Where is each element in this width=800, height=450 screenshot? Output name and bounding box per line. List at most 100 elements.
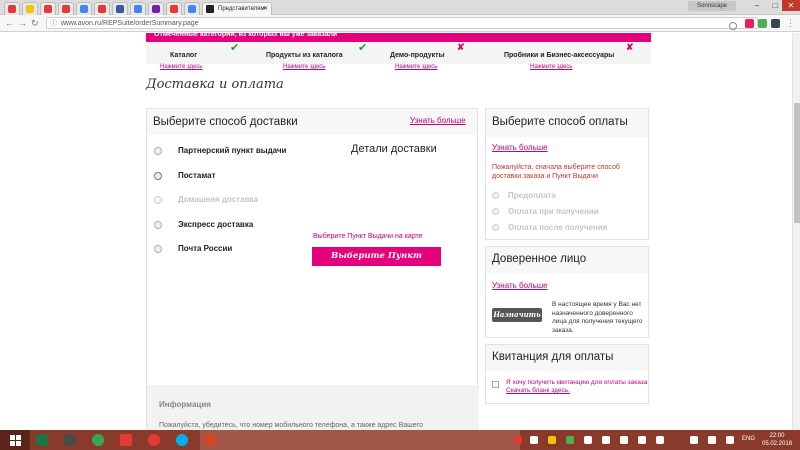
- extension-icon[interactable]: [745, 19, 754, 28]
- tray-icon[interactable]: [620, 436, 628, 444]
- delivery-option-label: Почта России: [178, 244, 233, 253]
- forward-icon[interactable]: →: [18, 17, 27, 29]
- payment-panel-header: Выберите способ оплаты: [486, 109, 648, 137]
- excel-icon: [36, 434, 48, 446]
- url-field[interactable]: ⓘ www.avon.ru/REPSuite/orderSummary.page…: [46, 17, 758, 29]
- delivery-option-russian-post[interactable]: Почта России: [154, 244, 232, 253]
- browser-window: Представителям ✕ Sonnscape – □ ✕ ← → ↻ ⓘ…: [0, 0, 800, 450]
- clock[interactable]: 22:00 05.02.2018: [762, 432, 792, 448]
- excel-app[interactable]: [32, 432, 52, 448]
- tab-2[interactable]: [22, 2, 38, 15]
- yandex-browser-app[interactable]: [144, 432, 164, 448]
- tray-icon[interactable]: [602, 436, 610, 444]
- explorer-app[interactable]: [60, 432, 80, 448]
- category-link[interactable]: Нажмите здесь: [283, 64, 343, 70]
- tab-favicon-icon: [80, 5, 88, 13]
- delivery-option-postamat[interactable]: Постамат: [154, 171, 216, 180]
- tab-favicon-icon: [8, 5, 16, 13]
- close-tab-icon[interactable]: ✕: [263, 5, 268, 12]
- download-form-link[interactable]: Скачать бланк здесь.: [506, 387, 647, 395]
- info-title: Информация: [159, 400, 211, 409]
- payment-option-label: Оплата при получении: [508, 207, 599, 216]
- start-button[interactable]: [0, 430, 30, 450]
- taskbar: ENG 22:00 05.02.2018: [0, 430, 800, 450]
- reload-icon[interactable]: ↻: [31, 17, 39, 29]
- yandex-browser-icon: [148, 434, 160, 446]
- tray-icon[interactable]: [584, 436, 592, 444]
- receipt-checkbox[interactable]: [492, 381, 499, 388]
- extension-icon[interactable]: [758, 19, 767, 28]
- category-name: Пробники и Бизнес-аксессуары: [504, 52, 615, 59]
- volume-icon[interactable]: [708, 436, 716, 444]
- extension-icon[interactable]: [771, 19, 780, 28]
- tab-11[interactable]: [184, 2, 200, 15]
- category-link[interactable]: Нажмите здесь: [530, 64, 614, 70]
- scrollbar-thumb[interactable]: [794, 103, 800, 223]
- tab-favicon-icon: [188, 5, 196, 13]
- tab-10[interactable]: [166, 2, 182, 15]
- tab-8[interactable]: [130, 2, 146, 15]
- payment-more-link[interactable]: Узнать больше: [492, 143, 548, 152]
- tab-3[interactable]: [40, 2, 56, 15]
- tab-active[interactable]: Представителям ✕: [202, 2, 272, 15]
- battery-icon[interactable]: [726, 436, 734, 444]
- radio-button[interactable]: [154, 244, 162, 253]
- search-extension-icon[interactable]: [729, 22, 737, 30]
- powerpoint-app[interactable]: [200, 432, 220, 448]
- payment-option-after-receipt: Оплата после получения: [492, 223, 607, 232]
- tray-icon[interactable]: [656, 436, 664, 444]
- category-samples: Пробники и Бизнес-аксессуары ✘ Нажмите з…: [504, 42, 634, 70]
- profile-button[interactable]: Sonnscape: [688, 1, 736, 11]
- categories-box: Каталог ✔ Нажмите здесь Продукты из ката…: [146, 42, 651, 70]
- yandex-app[interactable]: [116, 432, 136, 448]
- tab-1[interactable]: [4, 2, 20, 15]
- delivery-option-label: Домашняя доставка: [178, 195, 258, 204]
- tray-icon[interactable]: [530, 436, 538, 444]
- check-icon: ✔: [358, 42, 368, 54]
- assign-button[interactable]: Назначить: [492, 308, 542, 322]
- tab-7[interactable]: [112, 2, 128, 15]
- chrome-app[interactable]: [88, 432, 108, 448]
- language-indicator[interactable]: ENG: [742, 436, 755, 442]
- powerpoint-icon: [204, 434, 216, 446]
- select-pickup-point-button[interactable]: Выберите Пункт Выдачи: [312, 247, 441, 280]
- clock-date: 05.02.2018: [762, 441, 793, 447]
- radio-button[interactable]: [154, 171, 162, 180]
- radio-button[interactable]: [154, 146, 162, 155]
- close-window-icon[interactable]: ✕: [782, 0, 800, 11]
- back-icon[interactable]: ←: [5, 17, 14, 29]
- receipt-header: Квитанция для оплаты: [486, 345, 648, 371]
- skype-icon: [176, 434, 188, 446]
- tab-4[interactable]: [58, 2, 74, 15]
- radio-button: [492, 224, 499, 231]
- page-scrollbar[interactable]: [792, 33, 800, 430]
- tray-icon[interactable]: [514, 436, 522, 444]
- category-link[interactable]: Нажмите здесь: [160, 64, 202, 70]
- menu-icon[interactable]: ⋮: [786, 17, 795, 29]
- trusted-person-more-link[interactable]: Узнать больше: [492, 281, 548, 290]
- delivery-panel-header: Выберите способ доставки Узнать больше: [147, 109, 477, 135]
- categories-banner-text: Отмеченные категории, из которых вы уже …: [154, 33, 338, 38]
- delivery-option-home: Домашняя доставка: [154, 195, 258, 204]
- tab-5[interactable]: [76, 2, 92, 15]
- tray-icon[interactable]: [566, 436, 574, 444]
- radio-button[interactable]: [154, 220, 162, 229]
- skype-app[interactable]: [172, 432, 192, 448]
- page-info-icon[interactable]: ⓘ: [50, 18, 57, 29]
- folder-icon: [64, 434, 76, 446]
- payment-title: Выберите способ оплаты: [492, 116, 628, 128]
- network-icon[interactable]: [690, 436, 698, 444]
- delivery-option-express[interactable]: Экспресс доставка: [154, 220, 253, 229]
- delivery-option-partner-point[interactable]: Партнерский пункт выдачи: [154, 146, 286, 155]
- categories-banner: Отмеченные категории, из которых вы уже …: [146, 33, 651, 42]
- tray-icon[interactable]: [548, 436, 556, 444]
- category-catalog-products: Продукты из каталога ✔ Нажмите здесь: [266, 42, 367, 70]
- category-link[interactable]: Нажмите здесь: [395, 64, 445, 70]
- tab-9[interactable]: [148, 2, 164, 15]
- delivery-more-link[interactable]: Узнать больше: [410, 116, 466, 125]
- chrome-icon: [92, 434, 104, 446]
- tab-6[interactable]: [94, 2, 110, 15]
- tray-icon[interactable]: [638, 436, 646, 444]
- minimize-icon[interactable]: –: [748, 0, 766, 11]
- tab-favicon-icon: [170, 5, 178, 13]
